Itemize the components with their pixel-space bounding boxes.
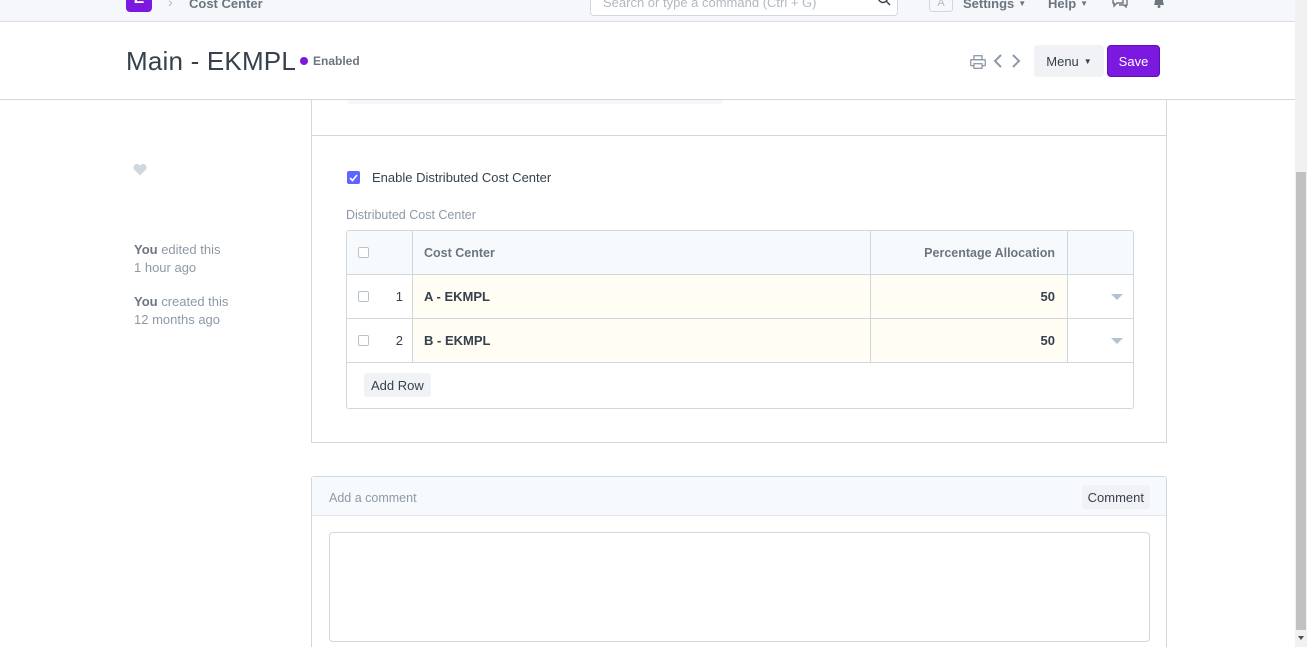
- column-header-cost-center: Cost Center: [413, 231, 871, 274]
- printer-icon[interactable]: [970, 55, 986, 69]
- comment-prompt: Add a comment: [329, 491, 417, 505]
- row-actions-cell[interactable]: [1068, 319, 1133, 362]
- timeline-entry: You edited this 1 hour ago: [134, 241, 294, 277]
- previous-record-icon[interactable]: [993, 53, 1003, 69]
- row-checkbox[interactable]: [358, 291, 369, 302]
- search-placeholder: Search or type a command (Ctrl + G): [603, 0, 817, 10]
- top-navbar: E › Cost Center Search or type a command…: [0, 0, 1295, 22]
- row-select-cell: [347, 319, 380, 362]
- status-dot-icon: [300, 57, 308, 65]
- search-input[interactable]: Search or type a command (Ctrl + G): [590, 0, 898, 16]
- section-divider: [312, 135, 1166, 136]
- checkmark-icon: [349, 173, 358, 182]
- select-all-checkbox[interactable]: [358, 247, 369, 258]
- save-button[interactable]: Save: [1107, 45, 1160, 77]
- table-footer: Add Row: [347, 363, 1133, 408]
- scroll-down-arrow-icon[interactable]: [1298, 636, 1304, 640]
- table-row[interactable]: 2 B - EKMPL 50: [347, 319, 1133, 363]
- user-avatar[interactable]: A: [929, 0, 953, 12]
- settings-label: Settings: [963, 0, 1015, 11]
- caret-down-icon: ▼: [1083, 56, 1092, 66]
- caret-down-icon[interactable]: [1111, 337, 1123, 344]
- caret-down-icon[interactable]: [1111, 293, 1123, 300]
- row-checkbox[interactable]: [358, 335, 369, 346]
- checkbox-checked-icon[interactable]: [347, 171, 360, 184]
- app-logo[interactable]: E: [126, 0, 152, 12]
- comment-header: Add a comment Comment: [312, 477, 1166, 516]
- cost-center-cell[interactable]: B - EKMPL: [413, 319, 871, 362]
- table-row[interactable]: 1 A - EKMPL 50: [347, 275, 1133, 319]
- vertical-scrollbar[interactable]: [1295, 0, 1307, 647]
- row-index: 2: [380, 319, 413, 362]
- comment-section: Add a comment Comment: [311, 476, 1167, 647]
- comment-button[interactable]: Comment: [1081, 485, 1150, 509]
- grid-label: Distributed Cost Center: [346, 208, 476, 222]
- comment-input[interactable]: [329, 532, 1150, 642]
- timeline-actor[interactable]: You: [134, 242, 158, 257]
- distributed-cost-center-table: Cost Center Percentage Allocation 1 A - …: [346, 230, 1134, 409]
- page-header: Main - EKMPL Enabled Menu ▼ Save: [0, 22, 1295, 100]
- status-indicator: Enabled: [300, 54, 360, 68]
- timeline-entry: You created this 12 months ago: [134, 293, 294, 329]
- enable-distributed-cost-center-checkbox[interactable]: Enable Distributed Cost Center: [347, 170, 551, 185]
- checkbox-label: Enable Distributed Cost Center: [372, 170, 552, 185]
- breadcrumb-cost-center[interactable]: Cost Center: [189, 0, 263, 11]
- menu-button[interactable]: Menu ▼: [1034, 45, 1104, 77]
- timeline-time: 1 hour ago: [134, 260, 197, 275]
- next-record-icon[interactable]: [1011, 53, 1021, 69]
- breadcrumb-chevron-icon: ›: [168, 0, 173, 10]
- form-section: Enable Distributed Cost Center Distribut…: [311, 100, 1167, 443]
- timeline-actor[interactable]: You: [134, 294, 158, 309]
- timeline-action: created this: [157, 294, 229, 309]
- timeline-text: You edited this: [134, 241, 294, 259]
- percentage-cell[interactable]: 50: [871, 275, 1068, 318]
- header-index-cell: [380, 231, 413, 274]
- scrollbar-thumb[interactable]: [1296, 172, 1306, 630]
- help-label: Help: [1048, 0, 1077, 11]
- header-actions-cell: [1068, 231, 1133, 274]
- add-row-button[interactable]: Add Row: [364, 373, 431, 397]
- like-heart-icon[interactable]: [133, 163, 147, 176]
- search-icon: [878, 0, 891, 6]
- percentage-cell[interactable]: 50: [871, 319, 1068, 362]
- chat-icon[interactable]: [1112, 0, 1128, 8]
- cost-center-cell[interactable]: A - EKMPL: [413, 275, 871, 318]
- timeline-action: edited this: [157, 242, 221, 257]
- caret-down-icon: ▼: [1018, 0, 1027, 8]
- settings-dropdown[interactable]: Settings ▼: [963, 0, 1026, 11]
- previous-field-bottom: [347, 100, 723, 104]
- header-select-cell: [347, 231, 380, 274]
- row-index: 1: [380, 275, 413, 318]
- timeline: You edited this 1 hour ago You created t…: [134, 241, 294, 345]
- status-label: Enabled: [313, 54, 360, 68]
- help-dropdown[interactable]: Help ▼: [1048, 0, 1088, 11]
- caret-down-icon: ▼: [1080, 0, 1089, 8]
- bell-icon[interactable]: [1152, 0, 1166, 8]
- timeline-time: 12 months ago: [134, 312, 221, 327]
- timeline-text: You created this: [134, 293, 294, 311]
- row-actions-cell[interactable]: [1068, 275, 1133, 318]
- row-select-cell: [347, 275, 380, 318]
- column-header-percentage: Percentage Allocation: [871, 231, 1068, 274]
- table-header-row: Cost Center Percentage Allocation: [347, 231, 1133, 275]
- menu-label: Menu: [1046, 53, 1079, 69]
- page-title: Main - EKMPL: [126, 46, 297, 76]
